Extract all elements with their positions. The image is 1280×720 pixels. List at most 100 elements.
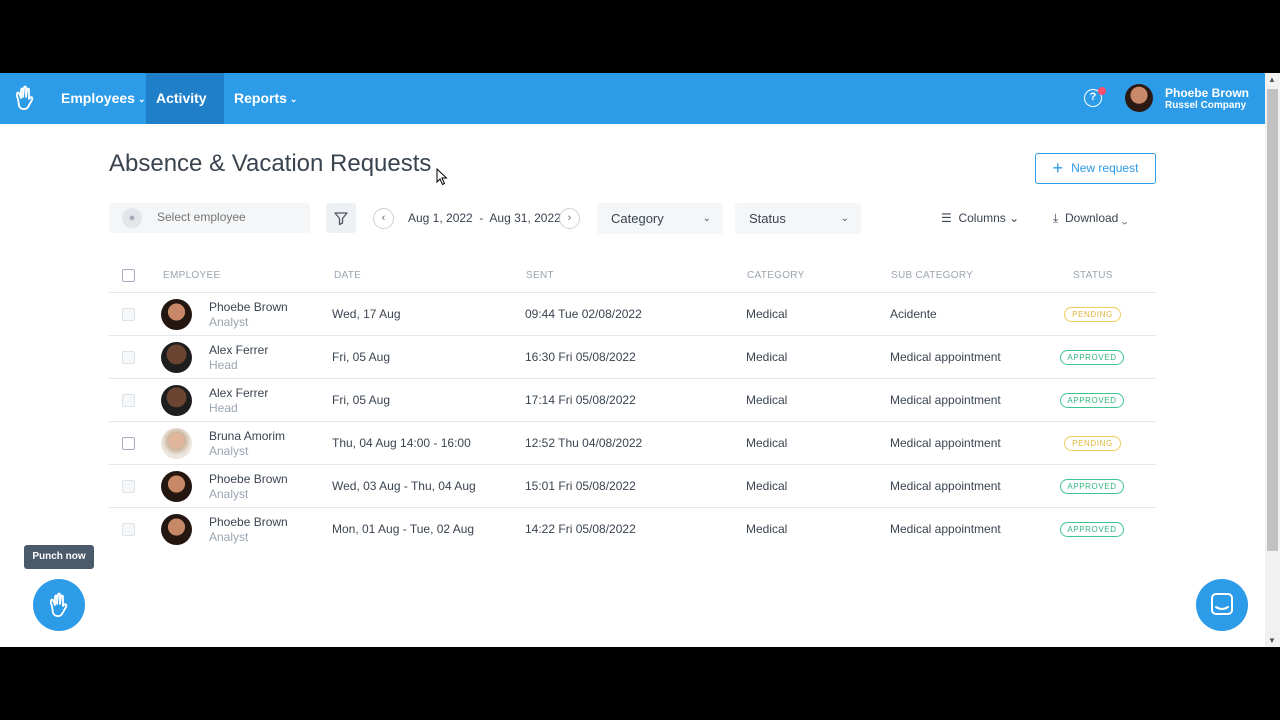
table-row[interactable]: Phoebe Brown Analyst Mon, 01 Aug - Tue, …: [109, 508, 1156, 551]
row-checkbox[interactable]: [122, 480, 135, 493]
employee-select[interactable]: ●: [109, 203, 310, 233]
header-subcategory[interactable]: SUB CATEGORY: [891, 270, 973, 281]
select-all-checkbox[interactable]: [122, 269, 135, 282]
header-category[interactable]: CATEGORY: [747, 270, 805, 281]
punch-now-button[interactable]: [33, 579, 85, 631]
nav-reports-label: Reports: [234, 90, 287, 106]
chevron-left-icon: ‹: [381, 212, 386, 224]
chevron-down-icon: ⌄: [840, 213, 849, 224]
table-row[interactable]: Phoebe Brown Analyst Wed, 03 Aug - Thu, …: [109, 465, 1156, 508]
cell-category: Medical: [746, 350, 788, 364]
avatar: [161, 471, 192, 502]
date-separator: -: [479, 211, 484, 225]
header-date[interactable]: DATE: [334, 270, 361, 281]
columns-button[interactable]: ☰ Columns ⌄: [941, 211, 1019, 225]
nav-activity[interactable]: Activity⌄: [146, 73, 224, 155]
cell-date: Wed, 17 Aug: [332, 307, 401, 321]
filter-button[interactable]: [326, 203, 356, 233]
status-dropdown[interactable]: Status ⌄: [735, 203, 861, 234]
new-request-button[interactable]: + New request: [1035, 153, 1156, 184]
avatar: [161, 514, 192, 545]
avatar: [161, 342, 192, 373]
row-checkbox[interactable]: [122, 394, 135, 407]
page-scrollbar[interactable]: ▲ ▼: [1265, 73, 1280, 647]
nav-activity-label: Activity: [156, 90, 207, 106]
app-logo-icon[interactable]: [12, 85, 38, 113]
top-nav-bar: Employees ⌄ Activity⌄ Reports ⌄ ? Phoebe B…: [0, 73, 1265, 155]
status-badge: APPROVED: [1060, 350, 1124, 365]
chevron-down-icon: ⌄: [1121, 211, 1128, 225]
filter-funnel-icon: [334, 212, 348, 226]
nav-employees[interactable]: Employees ⌄: [51, 73, 155, 124]
cell-category: Medical: [746, 393, 788, 407]
cell-subcategory: Medical appointment: [890, 479, 1001, 493]
employee-name[interactable]: Alex Ferrer: [209, 343, 268, 357]
employee-role: Head: [209, 401, 238, 415]
table-row[interactable]: Bruna Amorim Analyst Thu, 04 Aug 14:00 -…: [109, 422, 1156, 465]
row-checkbox[interactable]: [122, 437, 135, 450]
table-header: EMPLOYEE DATE SENT CATEGORY SUB CATEGORY…: [109, 259, 1156, 293]
person-icon: ●: [122, 208, 142, 228]
avatar: [161, 428, 192, 459]
avatar: [161, 299, 192, 330]
row-checkbox[interactable]: [122, 308, 135, 321]
row-checkbox[interactable]: [122, 351, 135, 364]
download-button[interactable]: ⤓ Download ⌄: [1053, 211, 1127, 226]
cell-sent: 12:52 Thu 04/08/2022: [525, 436, 643, 450]
download-icon: ⤓: [1053, 211, 1059, 225]
cell-date: Fri, 05 Aug: [332, 350, 391, 364]
plus-icon: +: [1052, 158, 1064, 178]
date-prev-button[interactable]: ‹: [373, 208, 394, 229]
cell-sent: 14:22 Fri 05/08/2022: [525, 522, 636, 536]
hand-icon: [50, 592, 68, 618]
table-row[interactable]: Alex Ferrer Head Fri, 05 Aug 17:14 Fri 0…: [109, 379, 1156, 422]
employee-role: Analyst: [209, 530, 249, 544]
app-frame: Employees ⌄ Activity⌄ Reports ⌄ ? Phoebe B…: [0, 73, 1280, 647]
employee-name[interactable]: Phoebe Brown: [209, 515, 288, 529]
cell-sent: 09:44 Tue 02/08/2022: [525, 307, 642, 321]
cell-sent: 15:01 Fri 05/08/2022: [525, 479, 636, 493]
header-employee[interactable]: EMPLOYEE: [163, 270, 220, 281]
user-name[interactable]: Phoebe Brown: [1165, 86, 1249, 100]
chevron-right-icon: ›: [567, 212, 572, 224]
employee-search-input[interactable]: [157, 210, 297, 224]
cell-sent: 16:30 Fri 05/08/2022: [525, 350, 636, 364]
status-dropdown-label: Status: [749, 211, 786, 226]
category-dropdown[interactable]: Category ⌄: [597, 203, 723, 234]
row-checkbox[interactable]: [122, 523, 135, 536]
columns-label: Columns: [958, 211, 1006, 225]
cell-subcategory: Medical appointment: [890, 350, 1001, 364]
date-range[interactable]: Aug 1, 2022 - Aug 31, 2022: [408, 211, 561, 225]
chat-launcher-button[interactable]: [1196, 579, 1248, 631]
employee-name[interactable]: Alex Ferrer: [209, 386, 268, 400]
user-company: Russel Company: [1165, 100, 1247, 111]
date-next-button[interactable]: ›: [559, 208, 580, 229]
employee-name[interactable]: Phoebe Brown: [209, 300, 288, 314]
employee-role: Head: [209, 358, 238, 372]
chat-icon: [1211, 593, 1233, 615]
cell-date: Mon, 01 Aug - Tue, 02 Aug: [332, 522, 475, 536]
user-avatar[interactable]: [1125, 84, 1153, 112]
header-status[interactable]: STATUS: [1073, 270, 1113, 281]
punch-now-tooltip: Punch now: [24, 545, 94, 569]
avatar: [161, 385, 192, 416]
table-row[interactable]: Alex Ferrer Head Fri, 05 Aug 16:30 Fri 0…: [109, 336, 1156, 379]
chevron-down-icon: ⌄: [289, 94, 298, 104]
cell-category: Medical: [746, 436, 788, 450]
header-sent[interactable]: SENT: [526, 270, 554, 281]
status-badge: APPROVED: [1060, 522, 1124, 537]
scroll-up-arrow-icon[interactable]: ▲: [1268, 75, 1276, 84]
employee-name[interactable]: Phoebe Brown: [209, 472, 288, 486]
table-row[interactable]: Phoebe Brown Analyst Wed, 17 Aug 09:44 T…: [109, 293, 1156, 336]
chevron-down-icon: ⌄: [702, 213, 711, 224]
notification-dot: [1098, 87, 1106, 95]
status-badge: PENDING: [1064, 436, 1121, 451]
employee-name[interactable]: Bruna Amorim: [209, 429, 285, 443]
cell-category: Medical: [746, 307, 788, 321]
scroll-down-arrow-icon[interactable]: ▼: [1268, 636, 1276, 645]
cell-subcategory: Medical appointment: [890, 393, 1001, 407]
nav-reports[interactable]: Reports ⌄: [224, 73, 307, 124]
nav-employees-label: Employees: [61, 90, 135, 106]
status-badge: PENDING: [1064, 307, 1121, 322]
scroll-thumb[interactable]: [1267, 89, 1278, 551]
